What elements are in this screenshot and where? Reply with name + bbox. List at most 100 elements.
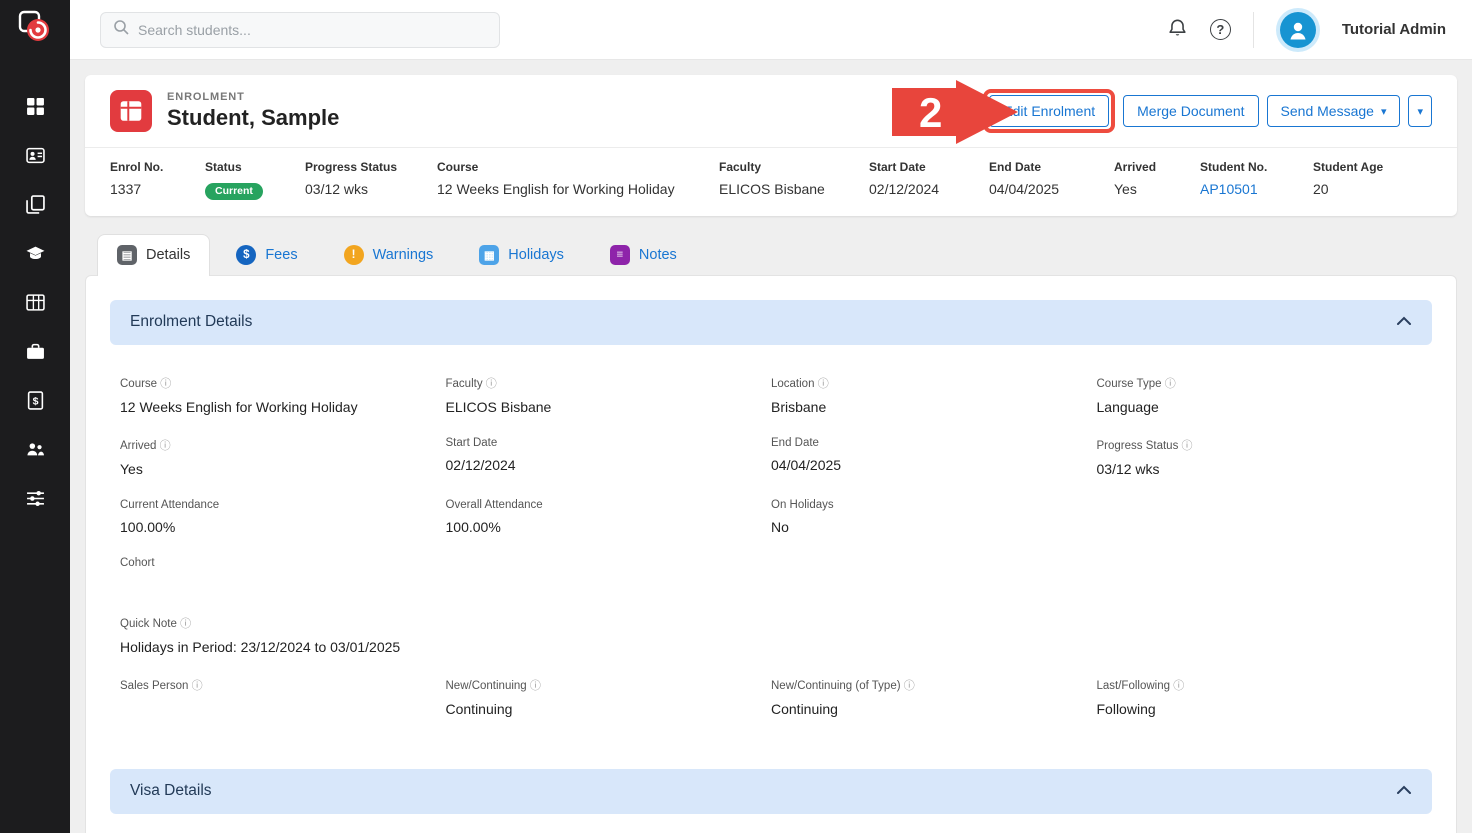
tab-fees[interactable]: $ Fees bbox=[216, 234, 317, 276]
field-label: Cohort bbox=[120, 557, 446, 569]
sidebar-item-documents[interactable] bbox=[0, 182, 70, 231]
detail-field: Current Attendance100.00% bbox=[120, 499, 446, 536]
field-value: Continuing bbox=[446, 701, 772, 718]
tab-notes[interactable]: ≡Notes bbox=[590, 234, 697, 276]
table-icon bbox=[26, 293, 45, 317]
field-label: Sales Person ⓘ bbox=[120, 677, 446, 693]
detail-field: Cohort bbox=[120, 557, 446, 594]
detail-field: Quick Note ⓘ Holidays in Period: 23/12/20… bbox=[120, 615, 771, 656]
summary-field: Student No. AP10501 bbox=[1200, 160, 1313, 200]
notifications-button[interactable] bbox=[1167, 18, 1188, 42]
detail-field: Course ⓘ12 Weeks English for Working Hol… bbox=[120, 375, 446, 416]
detail-field: Course Type ⓘLanguage bbox=[1097, 375, 1423, 416]
info-icon[interactable]: ⓘ bbox=[904, 680, 915, 692]
graduation-cap-icon bbox=[26, 244, 45, 268]
page-content: ENROLMENT Student, Sample Edit Enrolment… bbox=[70, 60, 1472, 833]
sidebar-item-contacts[interactable] bbox=[0, 133, 70, 182]
tab-warnings[interactable]: !Warnings bbox=[324, 234, 454, 276]
summary-value: Current bbox=[205, 181, 305, 200]
detail-field: Overall Attendance100.00% bbox=[446, 499, 772, 536]
field-value: Following bbox=[1097, 701, 1423, 718]
documents-icon bbox=[26, 195, 45, 219]
info-icon[interactable]: ⓘ bbox=[160, 378, 171, 390]
info-icon[interactable]: ⓘ bbox=[180, 618, 191, 630]
contact-card-icon bbox=[26, 146, 45, 170]
detail-field: New/Continuing (of Type) ⓘContinuing bbox=[771, 677, 1097, 718]
page-kicker: ENROLMENT bbox=[167, 91, 339, 103]
sidebar-item-placements[interactable] bbox=[0, 329, 70, 378]
info-icon[interactable]: ⓘ bbox=[1173, 680, 1184, 692]
detail-field: Sales Person ⓘ bbox=[120, 677, 446, 718]
field-value: Holidays in Period: 23/12/2024 to 03/01/… bbox=[120, 639, 771, 656]
info-icon[interactable]: ⓘ bbox=[1182, 440, 1193, 452]
field-label: Quick Note ⓘ bbox=[120, 615, 771, 631]
info-icon[interactable]: ⓘ bbox=[160, 440, 171, 452]
summary-field: Start Date02/12/2024 bbox=[869, 160, 989, 200]
user-avatar[interactable] bbox=[1276, 8, 1320, 52]
search-box[interactable] bbox=[100, 12, 500, 48]
chevron-up-icon[interactable] bbox=[1396, 313, 1412, 331]
edit-enrolment-button[interactable]: Edit Enrolment bbox=[989, 95, 1109, 127]
tab-details[interactable]: ▤Details bbox=[97, 234, 210, 276]
sidebar-item-courses[interactable] bbox=[0, 231, 70, 280]
summary-label: Faculty bbox=[719, 160, 869, 174]
summary-field: Status Current bbox=[205, 160, 305, 200]
detail-field: Progress Status ⓘ 03/12 wks bbox=[1097, 437, 1423, 478]
visa-details-header[interactable]: Visa Details bbox=[110, 769, 1432, 814]
field-value: ELICOS Bisbane bbox=[446, 399, 772, 416]
detail-field: Location ⓘBrisbane bbox=[771, 375, 1097, 416]
sidebar-item-community[interactable] bbox=[0, 427, 70, 476]
detail-field: New/Continuing ⓘContinuing bbox=[446, 677, 772, 718]
summary-label: Student No. bbox=[1200, 160, 1313, 174]
field-label: Course Type ⓘ bbox=[1097, 375, 1423, 391]
tab-label: Fees bbox=[265, 247, 297, 263]
help-button[interactable]: ? bbox=[1210, 19, 1231, 40]
info-icon[interactable]: ⓘ bbox=[1165, 378, 1176, 390]
chevron-up-icon[interactable] bbox=[1396, 782, 1412, 800]
field-label: Progress Status ⓘ bbox=[1097, 437, 1423, 453]
field-value: 03/12 wks bbox=[1097, 461, 1423, 478]
help-icon: ? bbox=[1210, 19, 1231, 40]
avatar-person-icon bbox=[1280, 12, 1316, 48]
sidebar-item-tables[interactable] bbox=[0, 280, 70, 329]
info-icon[interactable]: ⓘ bbox=[486, 378, 497, 390]
summary-row: Enrol No.1337StatusCurrentProgress Statu… bbox=[85, 147, 1457, 216]
sidebar-item-finance[interactable]: $ bbox=[0, 378, 70, 427]
summary-value: 03/12 wks bbox=[305, 181, 437, 197]
send-message-button[interactable]: Send Message ▾ bbox=[1267, 95, 1401, 127]
info-icon[interactable]: ⓘ bbox=[530, 680, 541, 692]
field-value: 100.00% bbox=[446, 519, 772, 536]
sidebar-item-dashboard[interactable] bbox=[0, 84, 70, 133]
summary-field: Student Age20 bbox=[1313, 160, 1383, 200]
app-logo[interactable] bbox=[0, 0, 70, 58]
summary-label: Progress Status bbox=[305, 160, 437, 174]
info-icon[interactable]: ⓘ bbox=[818, 378, 829, 390]
app-root: $ bbox=[0, 0, 1472, 833]
field-label: Last/Following ⓘ bbox=[1097, 677, 1423, 693]
search-icon bbox=[113, 19, 129, 40]
more-actions-button[interactable]: ▾ bbox=[1408, 95, 1432, 127]
note-icon: ≡ bbox=[610, 245, 630, 265]
field-label: Location ⓘ bbox=[771, 375, 1097, 391]
summary-field: FacultyELICOS Bisbane bbox=[719, 160, 869, 200]
svg-text:$: $ bbox=[32, 395, 38, 407]
sidebar-item-settings[interactable] bbox=[0, 476, 70, 525]
summary-value: 20 bbox=[1313, 181, 1383, 197]
merge-document-button[interactable]: Merge Document bbox=[1123, 95, 1258, 127]
student-no-link[interactable]: AP10501 bbox=[1200, 181, 1258, 197]
summary-value: AP10501 bbox=[1200, 181, 1313, 197]
chevron-down-icon: ▾ bbox=[1417, 105, 1423, 118]
tutorial-highlight-ring: Edit Enrolment bbox=[983, 89, 1115, 133]
fees-dollar-icon: $ bbox=[236, 245, 256, 265]
info-icon[interactable]: ⓘ bbox=[192, 680, 203, 692]
status-badge: Current bbox=[205, 183, 263, 200]
tab-holidays[interactable]: ▦Holidays bbox=[459, 234, 584, 276]
invoice-icon: $ bbox=[26, 391, 45, 415]
enrolment-details-header[interactable]: Enrolment Details bbox=[110, 300, 1432, 345]
detail-field: Faculty ⓘELICOS Bisbane bbox=[446, 375, 772, 416]
enrolment-icon bbox=[110, 90, 152, 132]
search-input[interactable] bbox=[138, 22, 487, 38]
field-label: End Date bbox=[771, 437, 1097, 449]
summary-label: End Date bbox=[989, 160, 1114, 174]
summary-label: Status bbox=[205, 160, 305, 174]
